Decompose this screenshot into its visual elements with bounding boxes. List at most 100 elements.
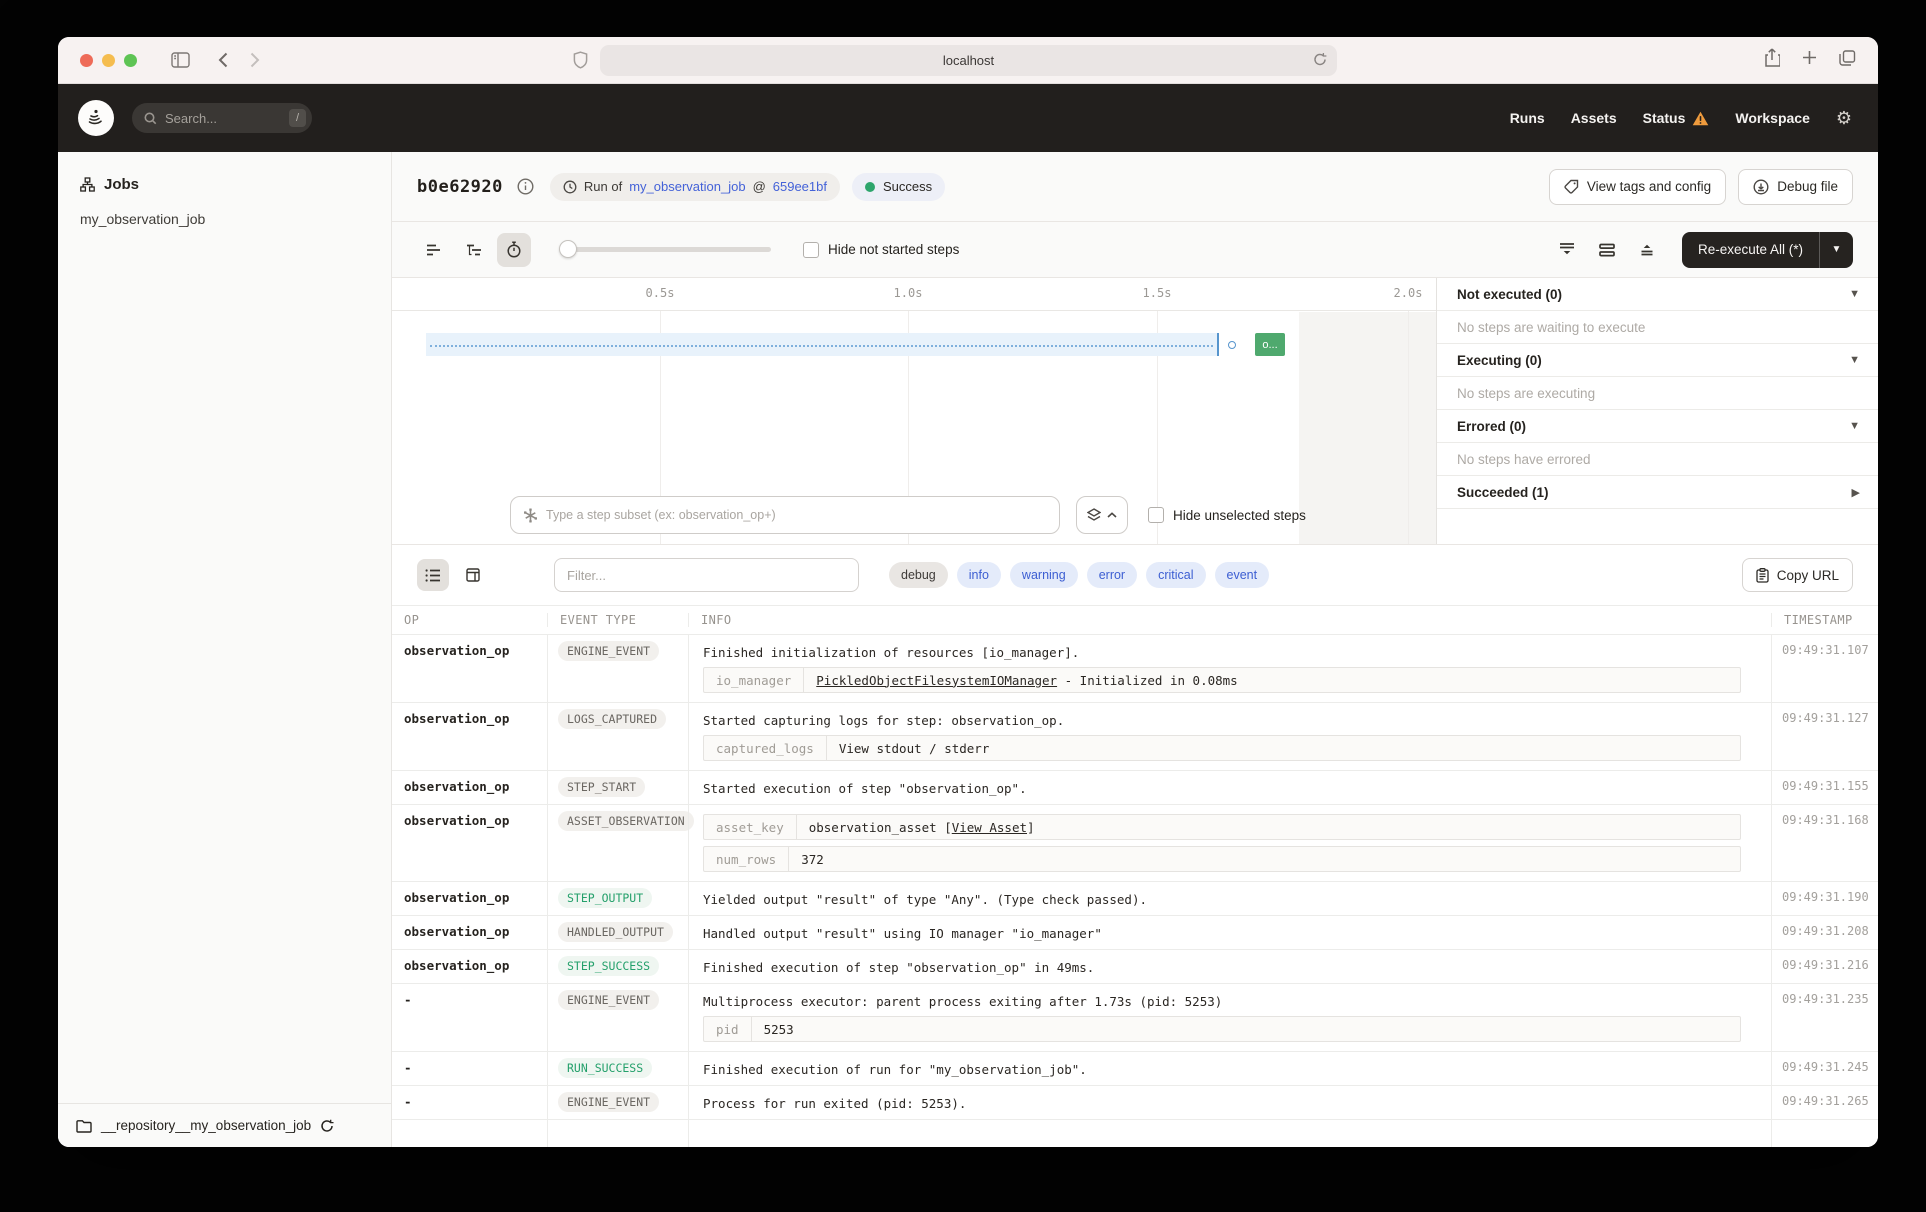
- waterfall-view-button[interactable]: [457, 233, 491, 267]
- step-status-panel: Not executed (0) ▼ No steps are waiting …: [1437, 278, 1878, 544]
- level-chip-warning[interactable]: warning: [1010, 562, 1078, 588]
- graph-query-icon: [523, 508, 538, 523]
- hide-unselected-label: Hide unselected steps: [1173, 508, 1306, 523]
- expand-up-icon: [1639, 242, 1655, 257]
- zoom-slider[interactable]: [561, 247, 771, 252]
- gantt-chart: 0.5s 1.0s 1.5s 2.0s o...: [392, 278, 1437, 544]
- log-table-filler: [392, 1120, 1878, 1147]
- reload-icon[interactable]: [1313, 52, 1327, 72]
- nav-status[interactable]: Status: [1643, 110, 1686, 126]
- log-row[interactable]: - ENGINE_EVENT Multiprocess executor: pa…: [392, 984, 1878, 1052]
- browser-back-button[interactable]: [218, 52, 228, 68]
- minimize-window-button[interactable]: [102, 54, 115, 67]
- commit-link[interactable]: 659ee1bf: [773, 179, 827, 194]
- sidebar-item-my-observation-job[interactable]: my_observation_job: [58, 193, 391, 227]
- log-message: Yielded output "result" of type "Any". (…: [703, 889, 1757, 908]
- sidebar-header: Jobs: [58, 152, 391, 193]
- log-structured-view-button[interactable]: [457, 559, 489, 591]
- collapse-panel-button[interactable]: [1550, 233, 1584, 267]
- new-tab-icon[interactable]: [1802, 50, 1817, 70]
- log-op: observation_op: [392, 950, 547, 983]
- metadata-entry: io_manager PickledObjectFilesystemIOMana…: [703, 667, 1741, 693]
- log-message: Handled output "result" using IO manager…: [703, 923, 1757, 942]
- level-chip-error[interactable]: error: [1087, 562, 1137, 588]
- timed-view-button[interactable]: [497, 233, 531, 267]
- log-type-cell: RUN_SUCCESS: [547, 1052, 688, 1085]
- view-asset-link[interactable]: View Asset: [952, 820, 1027, 835]
- search-input[interactable]: Search... /: [132, 103, 312, 133]
- axis-tick: 0.5s: [646, 286, 675, 300]
- panel-section-succeeded[interactable]: Succeeded (1) ▶: [1437, 476, 1878, 509]
- zoom-slider-knob[interactable]: [559, 240, 577, 258]
- collapse-down-icon: [1559, 242, 1575, 257]
- log-row[interactable]: observation_op STEP_START Started execut…: [392, 771, 1878, 805]
- info-icon[interactable]: [517, 178, 534, 195]
- share-icon[interactable]: [1764, 48, 1780, 72]
- level-chip-event[interactable]: event: [1215, 562, 1270, 588]
- hide-not-started-checkbox[interactable]: [803, 242, 819, 258]
- expand-panel-button[interactable]: [1630, 233, 1664, 267]
- view-tags-config-button[interactable]: View tags and config: [1549, 169, 1726, 205]
- nav-runs[interactable]: Runs: [1510, 110, 1545, 126]
- log-row[interactable]: observation_op STEP_OUTPUT Yielded outpu…: [392, 882, 1878, 916]
- stopwatch-icon: [506, 241, 522, 258]
- panel-section-errored[interactable]: Errored (0) ▼: [1437, 410, 1878, 443]
- log-row[interactable]: observation_op ENGINE_EVENT Finished ini…: [392, 635, 1878, 703]
- tab-overview-icon[interactable]: [1839, 50, 1856, 71]
- metadata-text: ]: [1027, 820, 1035, 835]
- step-bar-observation-op[interactable]: o...: [1255, 333, 1285, 356]
- header-op: OP: [392, 613, 547, 627]
- browser-sidebar-icon[interactable]: [171, 52, 190, 68]
- nav-assets[interactable]: Assets: [1571, 110, 1617, 126]
- graph-options-button[interactable]: [1076, 496, 1128, 534]
- nav-workspace[interactable]: Workspace: [1735, 110, 1809, 126]
- log-row[interactable]: observation_op HANDLED_OUTPUT Handled ou…: [392, 916, 1878, 950]
- chevron-down-icon: ▼: [1849, 288, 1860, 300]
- address-bar[interactable]: localhost: [600, 45, 1337, 76]
- level-chip-critical[interactable]: critical: [1146, 562, 1205, 588]
- chevron-down-icon: ▼: [1849, 354, 1860, 366]
- dagster-logo[interactable]: [78, 100, 114, 136]
- metadata-link[interactable]: PickledObjectFilesystemIOManager: [816, 673, 1057, 688]
- level-chip-info[interactable]: info: [957, 562, 1001, 588]
- debug-file-button[interactable]: Debug file: [1738, 169, 1853, 205]
- level-chip-debug[interactable]: debug: [889, 562, 948, 588]
- copy-url-button[interactable]: Copy URL: [1742, 558, 1853, 592]
- hide-unselected-checkbox[interactable]: [1148, 507, 1164, 523]
- log-row[interactable]: observation_op STEP_SUCCESS Finished exe…: [392, 950, 1878, 984]
- log-info-cell: asset_key observation_asset [View Asset]…: [688, 805, 1771, 881]
- reexecute-all-button[interactable]: Re-execute All (*): [1682, 232, 1819, 268]
- log-row[interactable]: - RUN_SUCCESS Finished execution of run …: [392, 1052, 1878, 1086]
- log-row[interactable]: observation_op LOGS_CAPTURED Started cap…: [392, 703, 1878, 771]
- event-type-badge: LOGS_CAPTURED: [558, 709, 666, 729]
- browser-forward-button[interactable]: [250, 52, 260, 68]
- axis-tick: 2.0s: [1394, 286, 1423, 300]
- log-timestamp: 09:49:31.235: [1771, 984, 1878, 1051]
- log-row[interactable]: observation_op ASSET_OBSERVATION asset_k…: [392, 805, 1878, 882]
- reexecute-dropdown-button[interactable]: ▼: [1819, 232, 1853, 268]
- panel-section-executing[interactable]: Executing (0) ▼: [1437, 344, 1878, 377]
- log-info-cell: Finished execution of run for "my_observ…: [688, 1052, 1771, 1085]
- step-bar-label: o...: [1262, 339, 1277, 351]
- metadata-value[interactable]: View stdout / stderr: [827, 741, 1002, 756]
- zoom-window-button[interactable]: [124, 54, 137, 67]
- log-row[interactable]: - ENGINE_EVENT Process for run exited (p…: [392, 1086, 1878, 1120]
- browser-chrome: localhost: [58, 37, 1878, 84]
- flat-view-button[interactable]: [417, 233, 451, 267]
- log-list-view-button[interactable]: [417, 559, 449, 591]
- job-link[interactable]: my_observation_job: [629, 179, 745, 194]
- step-subset-input[interactable]: [546, 508, 1047, 522]
- nav-status-wrap[interactable]: Status: [1643, 110, 1710, 126]
- run-id: b0e62920: [417, 177, 503, 197]
- log-info-cell: Started execution of step "observation_o…: [688, 771, 1771, 804]
- event-type-badge: RUN_SUCCESS: [558, 1058, 652, 1078]
- close-window-button[interactable]: [80, 54, 93, 67]
- reload-repo-icon[interactable]: [320, 1119, 334, 1133]
- metadata-text: View stdout / stderr: [839, 741, 990, 756]
- shield-icon[interactable]: [573, 51, 588, 74]
- log-filter-input[interactable]: [554, 558, 859, 592]
- event-type-badge: STEP_SUCCESS: [558, 956, 659, 976]
- gear-icon[interactable]: ⚙: [1836, 109, 1852, 127]
- split-panel-button[interactable]: [1590, 233, 1624, 267]
- panel-section-not-executed[interactable]: Not executed (0) ▼: [1437, 278, 1878, 311]
